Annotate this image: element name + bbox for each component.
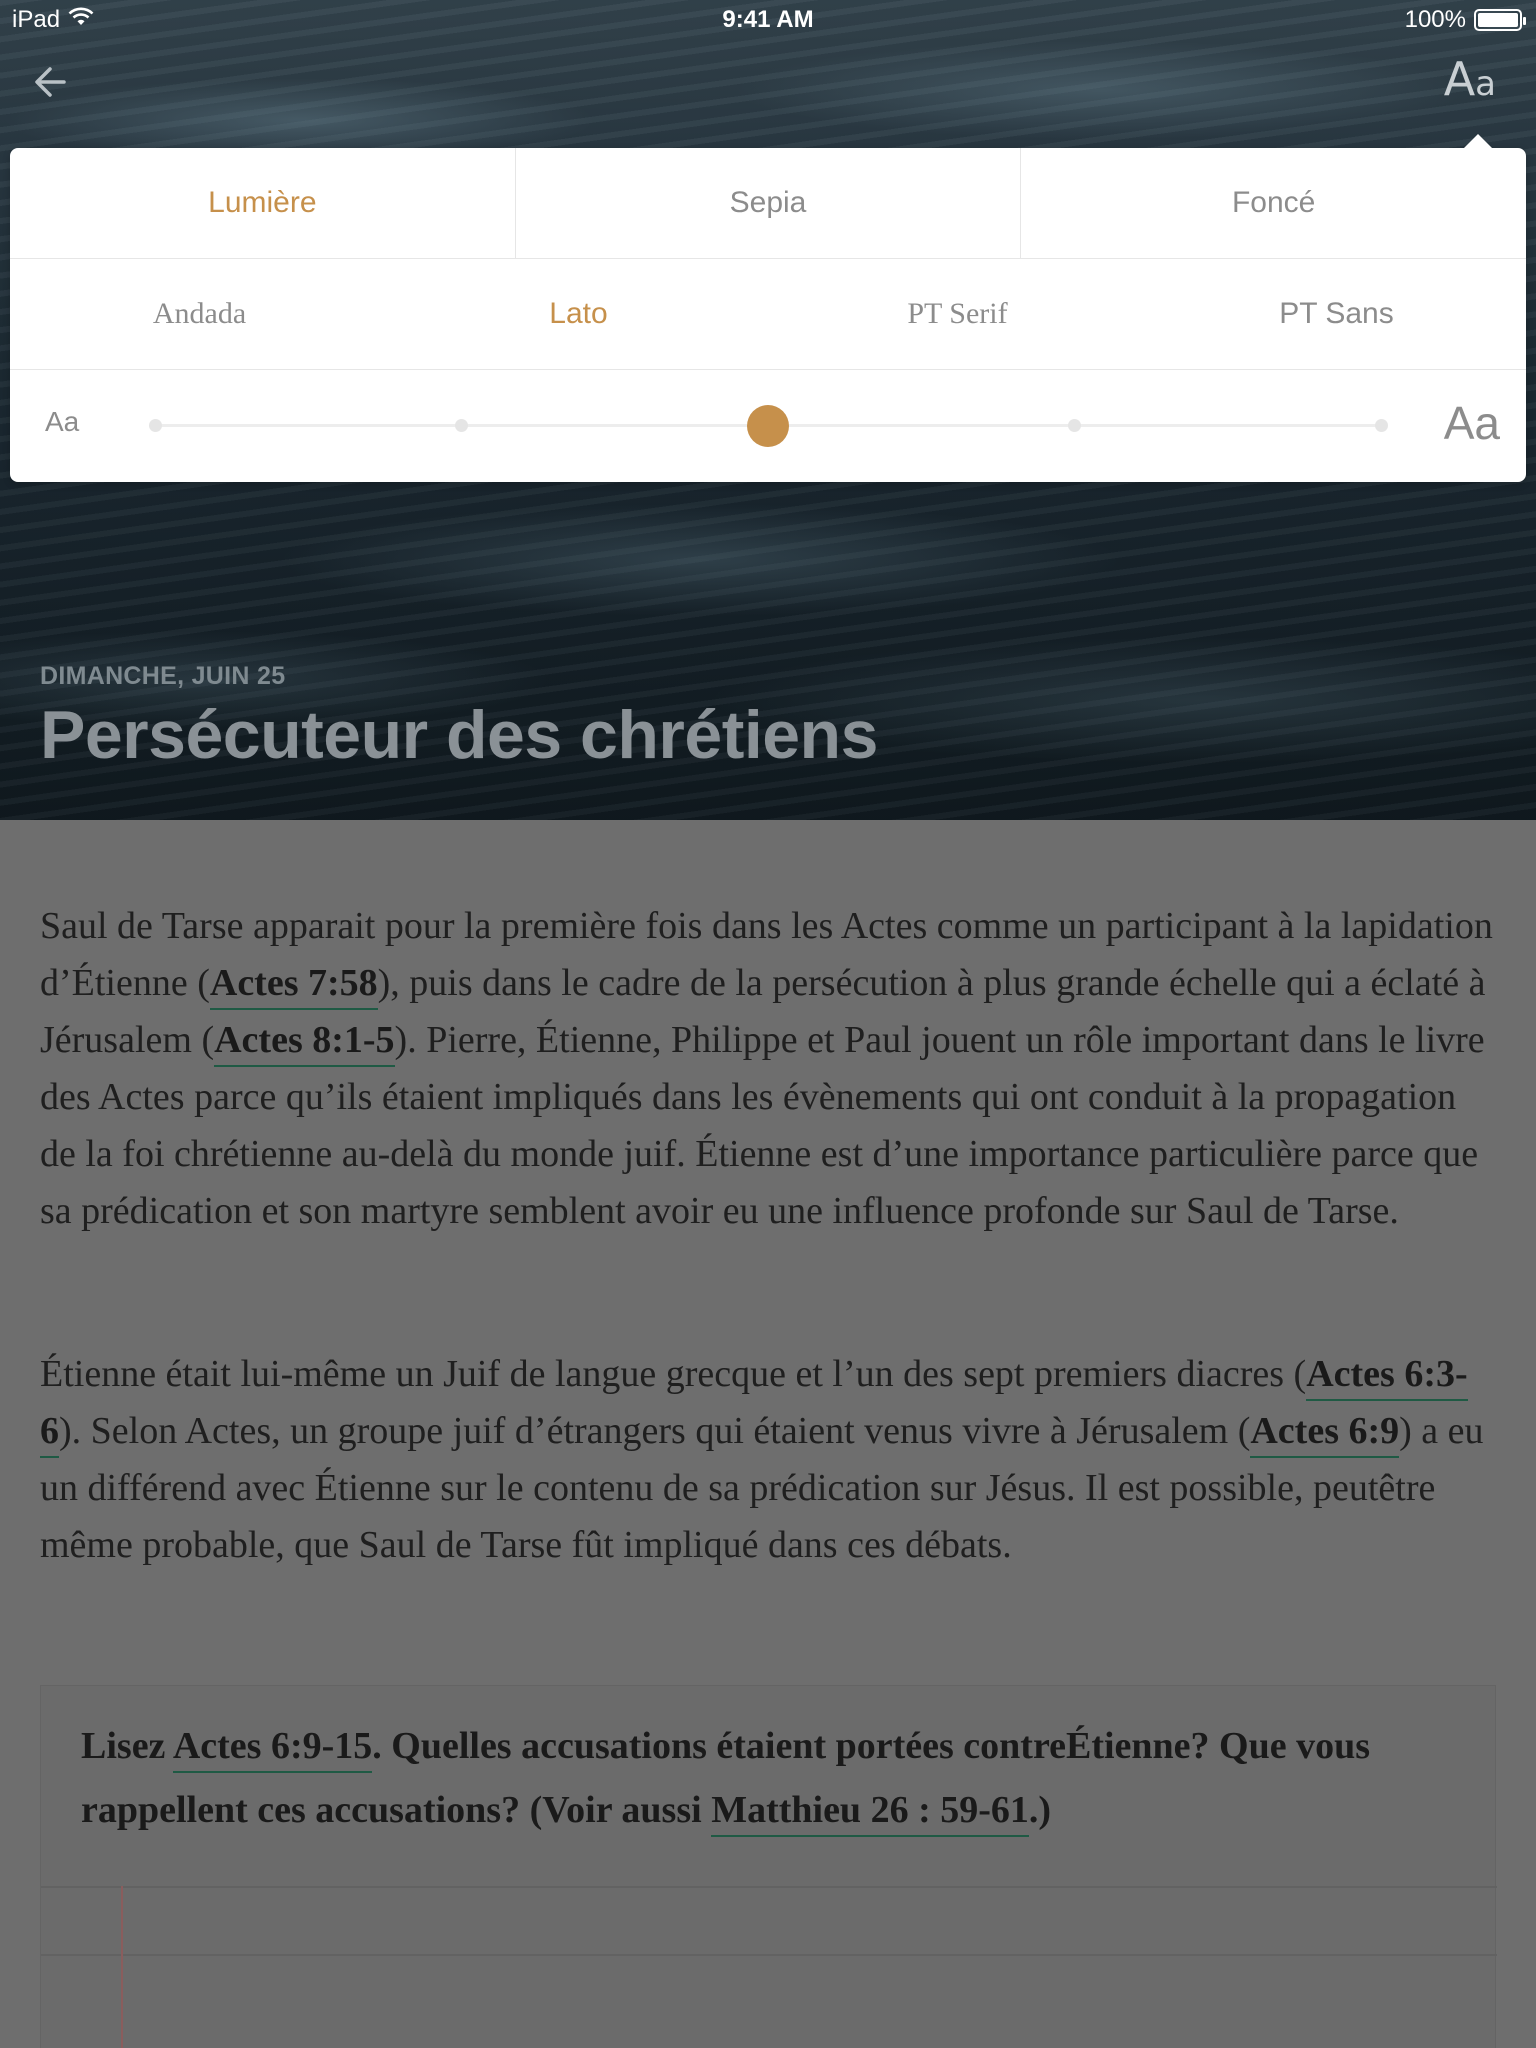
scripture-reference-link[interactable]: Actes 8:1-5 (214, 1019, 395, 1067)
status-right: 100% (1404, 6, 1526, 34)
font-size-step[interactable] (1068, 419, 1081, 432)
question-text: Lisez (81, 1725, 173, 1767)
question-text: .) (1028, 1789, 1052, 1831)
lesson-content: Saul de Tarse apparait pour la première … (0, 820, 1536, 2048)
lesson-title: Persécuteur des chrétiens (40, 697, 878, 773)
battery-level (1478, 13, 1518, 27)
status-bar: iPad 9:41 AM 100% (0, 0, 1536, 40)
font-size-step[interactable] (1374, 419, 1388, 432)
font-option-lato[interactable]: Lato (389, 259, 768, 369)
scripture-reference-link[interactable]: Actes 6:9-15 (172, 1725, 373, 1773)
battery-percent: 100% (1404, 6, 1466, 33)
font-option-pt-sans[interactable]: PT Sans (1147, 259, 1526, 369)
paragraph-text: ). Selon Actes, un groupe juif d’étrange… (59, 1410, 1251, 1452)
font-settings-button[interactable]: Aa (1444, 52, 1496, 106)
popover-arrow (1464, 134, 1492, 148)
scripture-reference-link[interactable]: Matthieu 26 : 59-61 (711, 1789, 1029, 1837)
font-size-large-label: Aa (1443, 397, 1500, 449)
scripture-reference-link[interactable]: Actes 7:58 (209, 962, 378, 1010)
font-size-knob[interactable] (747, 405, 789, 447)
paragraph-1: Saul de Tarse apparait pour la première … (40, 898, 1500, 1240)
font-selector: Andada Lato PT Serif PT Sans (10, 259, 1526, 370)
theme-option-fonce[interactable]: Foncé (1021, 148, 1526, 258)
font-size-small-label: Aa (45, 406, 80, 437)
arrow-left-icon (35, 67, 66, 97)
reader-settings-popover: Lumière Sepia Foncé Andada Lato PT Serif… (10, 134, 1526, 482)
paragraph-2: Étienne était lui-même un Juif de langue… (40, 1346, 1500, 1574)
theme-selector: Lumière Sepia Foncé (10, 148, 1526, 259)
font-size-step[interactable] (455, 419, 468, 432)
scripture-reference-link[interactable]: Actes 6:9 (1250, 1410, 1400, 1458)
status-time: 9:41 AM (722, 6, 814, 33)
lesson-date: DIMANCHE, JUIN 25 (40, 662, 286, 690)
font-option-pt-serif[interactable]: PT Serif (768, 259, 1147, 369)
font-settings-big-a: A (1443, 52, 1476, 106)
question-text: Lisez Actes 6:9-15. Quelles accusations … (81, 1714, 1461, 1842)
theme-option-lumiere[interactable]: Lumière (10, 148, 516, 258)
font-size-step[interactable] (148, 419, 162, 432)
battery-icon (1474, 9, 1526, 31)
back-button[interactable] (30, 56, 82, 108)
theme-option-sepia[interactable]: Sepia (516, 148, 1022, 258)
question-card: Lisez Actes 6:9-15. Quelles accusations … (40, 1685, 1497, 2048)
font-option-andada[interactable]: Andada (10, 259, 389, 369)
paragraph-text: Étienne était lui-même un Juif de langue… (40, 1353, 1307, 1395)
answer-input[interactable] (123, 1888, 1493, 2048)
font-size-slider[interactable]: Aa Aa (10, 370, 1526, 480)
font-settings-small-a: a (1475, 64, 1496, 104)
